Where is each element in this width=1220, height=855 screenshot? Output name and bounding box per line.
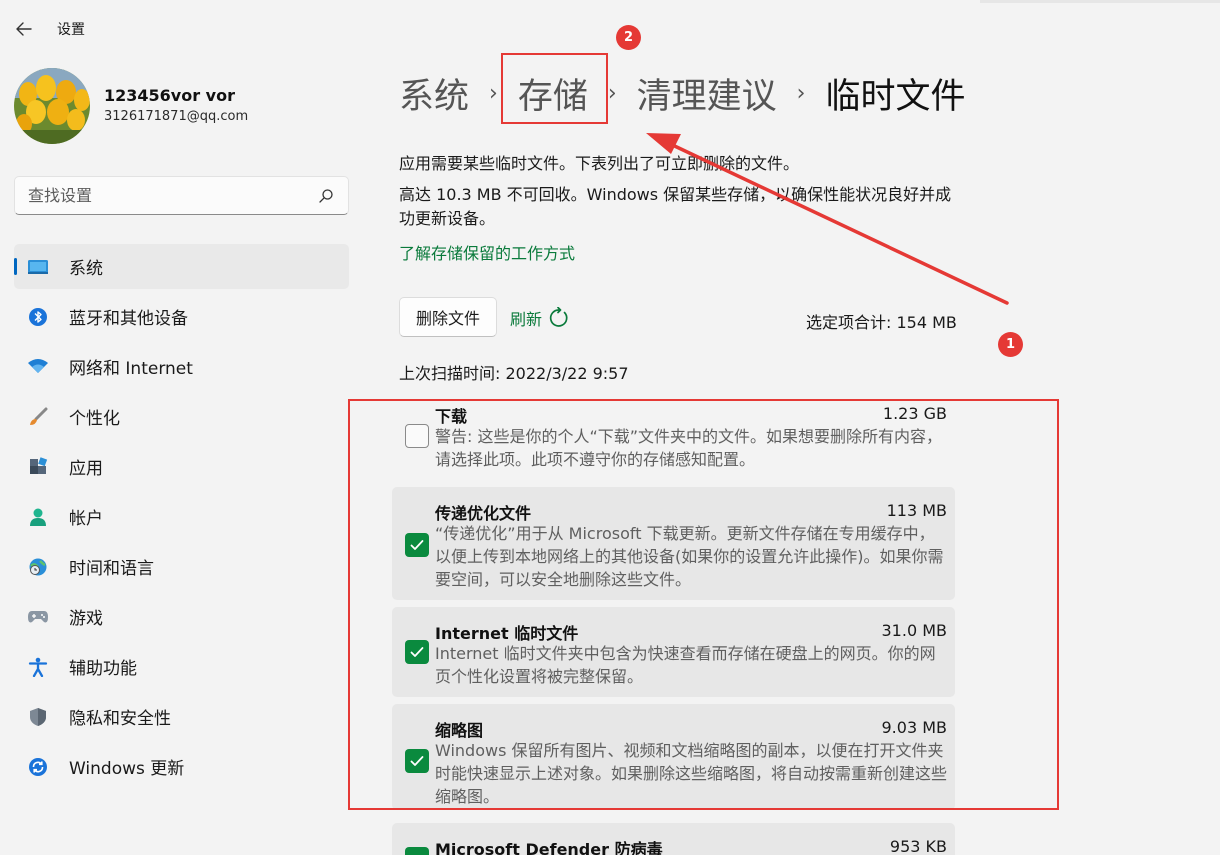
back-button[interactable] — [10, 16, 38, 42]
file-item-checkbox[interactable] — [405, 749, 429, 773]
chevron-right-icon: › — [607, 80, 617, 106]
breadcrumb-cleanup-recommendations[interactable]: 清理建议 — [637, 68, 777, 119]
sidebar-item-gaming[interactable]: 游戏 — [14, 594, 349, 639]
sidebar-item-apps[interactable]: 应用 — [14, 444, 349, 489]
file-item-title: Internet 临时文件 — [435, 624, 579, 643]
sidebar-item-label: 应用 — [69, 459, 103, 479]
file-item-thumbnails: 缩略图 9.03 MB Windows 保留所有图片、视频和文档缩略图的副本，以… — [392, 704, 955, 810]
checkmark-icon — [410, 540, 424, 550]
account-icon — [27, 506, 49, 528]
checkmark-icon — [410, 756, 424, 766]
sidebar-nav: 系统 蓝牙和其他设备 网络和 Internet 个性化 应用 帐户 时间和语言 … — [14, 244, 349, 794]
refresh-button[interactable]: 刷新 — [510, 306, 570, 330]
file-item-checkbox[interactable] — [405, 640, 429, 664]
checkmark-icon — [410, 647, 424, 657]
app-title: 设置 — [57, 22, 85, 38]
chevron-right-icon: › — [796, 80, 806, 106]
sidebar-item-label: 隐私和安全性 — [69, 709, 171, 729]
search-icon[interactable] — [318, 188, 334, 204]
breadcrumb-system[interactable]: 系统 — [399, 68, 469, 119]
sidebar-item-label: 个性化 — [69, 409, 120, 429]
bluetooth-icon — [27, 306, 49, 328]
last-scan-time: 上次扫描时间: 2022/3/22 9:57 — [399, 364, 629, 383]
search-input[interactable] — [15, 177, 348, 214]
shield-icon — [27, 706, 49, 728]
file-item-description: Internet 临时文件夹中包含为快速查看而存储在硬盘上的网页。你的网页个性化… — [435, 644, 936, 686]
sidebar-item-label: 蓝牙和其他设备 — [69, 309, 188, 329]
file-item-size: 113 MB — [886, 501, 947, 520]
chevron-right-icon: › — [489, 80, 498, 106]
file-item-size: 9.03 MB — [881, 718, 948, 737]
breadcrumb-storage[interactable]: 存储 — [518, 68, 588, 119]
file-item-defender: Microsoft Defender 防病毒 953 KB — [392, 823, 955, 855]
file-item-title: Microsoft Defender 防病毒 — [435, 840, 663, 855]
learn-storage-reserve-link[interactable]: 了解存储保留的工作方式 — [399, 240, 575, 264]
sidebar-item-bluetooth[interactable]: 蓝牙和其他设备 — [14, 294, 349, 339]
file-item-checkbox[interactable] — [405, 533, 429, 557]
sidebar-item-label: 时间和语言 — [69, 559, 154, 579]
delete-files-button[interactable]: 删除文件 — [399, 297, 497, 337]
refresh-icon — [549, 307, 568, 327]
sidebar-item-system[interactable]: 系统 — [14, 244, 349, 289]
file-item-size: 31.0 MB — [881, 621, 948, 640]
file-item-description: 警告: 这些是你的个人“下载”文件夹中的文件。如果想要删除所有内容，请选择此项。… — [435, 427, 943, 469]
sidebar-item-label: 网络和 Internet — [69, 359, 193, 379]
avatar[interactable] — [14, 68, 90, 144]
sidebar-item-label: 辅助功能 — [69, 659, 137, 679]
sidebar-item-label: 帐户 — [69, 509, 103, 529]
window-top-shadow — [980, 0, 1220, 3]
sidebar-item-privacy[interactable]: 隐私和安全性 — [14, 694, 349, 739]
sidebar-item-time-language[interactable]: 时间和语言 — [14, 544, 349, 589]
file-item-downloads: 下载 1.23 GB 警告: 这些是你的个人“下载”文件夹中的文件。如果想要删除… — [392, 398, 955, 480]
wifi-icon — [27, 356, 49, 378]
page-title: 临时文件 — [825, 76, 966, 117]
file-item-title: 下载 — [435, 407, 468, 426]
selected-total: 选定项合计: 154 MB — [806, 313, 957, 332]
account-name: 123456vor vor — [104, 86, 235, 105]
file-item-size: 1.23 GB — [882, 404, 947, 423]
file-item-title: 传递优化文件 — [435, 504, 532, 523]
file-item-title: 缩略图 — [435, 721, 484, 740]
refresh-label: 刷新 — [510, 310, 543, 329]
gamepad-icon — [27, 606, 49, 628]
sidebar-item-accounts[interactable]: 帐户 — [14, 494, 349, 539]
file-item-description: “传递优化”用于从 Microsoft 下载更新。更新文件存储在专用缓存中，以便… — [435, 524, 944, 589]
sidebar-item-network[interactable]: 网络和 Internet — [14, 344, 349, 389]
account-email: 3126171871@qq.com — [104, 109, 249, 124]
file-item-description: Windows 保留所有图片、视频和文档缩略图的副本，以便在打开文件夹时能快速显… — [435, 741, 948, 806]
update-icon — [27, 756, 49, 778]
file-item-internet-temp: Internet 临时文件 31.0 MB Internet 临时文件夹中包含为… — [392, 607, 955, 697]
tulip-avatar-image — [14, 68, 90, 144]
globe-clock-icon — [27, 556, 49, 578]
sidebar-item-label: 游戏 — [69, 609, 103, 629]
sidebar-item-windows-update[interactable]: Windows 更新 — [14, 744, 349, 789]
sidebar-item-label: 系统 — [69, 259, 103, 279]
file-item-checkbox[interactable] — [405, 424, 429, 448]
arrow-left-icon — [16, 22, 32, 36]
description-intro: 应用需要某些临时文件。下表列出了可立即删除的文件。 — [399, 154, 800, 173]
apps-icon — [27, 456, 49, 478]
file-item-size: 953 KB — [889, 837, 947, 855]
sidebar-item-accessibility[interactable]: 辅助功能 — [14, 644, 349, 689]
annotation-badge-2: 2 — [616, 25, 641, 50]
brush-icon — [27, 406, 49, 428]
sidebar-item-label: Windows 更新 — [69, 759, 185, 779]
system-icon — [27, 256, 49, 278]
search-box — [14, 176, 349, 215]
sidebar-item-personalization[interactable]: 个性化 — [14, 394, 349, 439]
breadcrumb: 系统 › 存储 › 清理建议 › 临时文件 — [399, 68, 966, 118]
annotation-badge-1: 1 — [998, 332, 1023, 357]
description-reserved: 高达 10.3 MB 不可回收。Windows 保留某些存储，以确保性能状况良好… — [399, 185, 952, 228]
file-item-checkbox[interactable] — [405, 847, 429, 855]
file-item-delivery-optimization: 传递优化文件 113 MB “传递优化”用于从 Microsoft 下载更新。更… — [392, 487, 955, 600]
accessibility-icon — [27, 656, 49, 678]
